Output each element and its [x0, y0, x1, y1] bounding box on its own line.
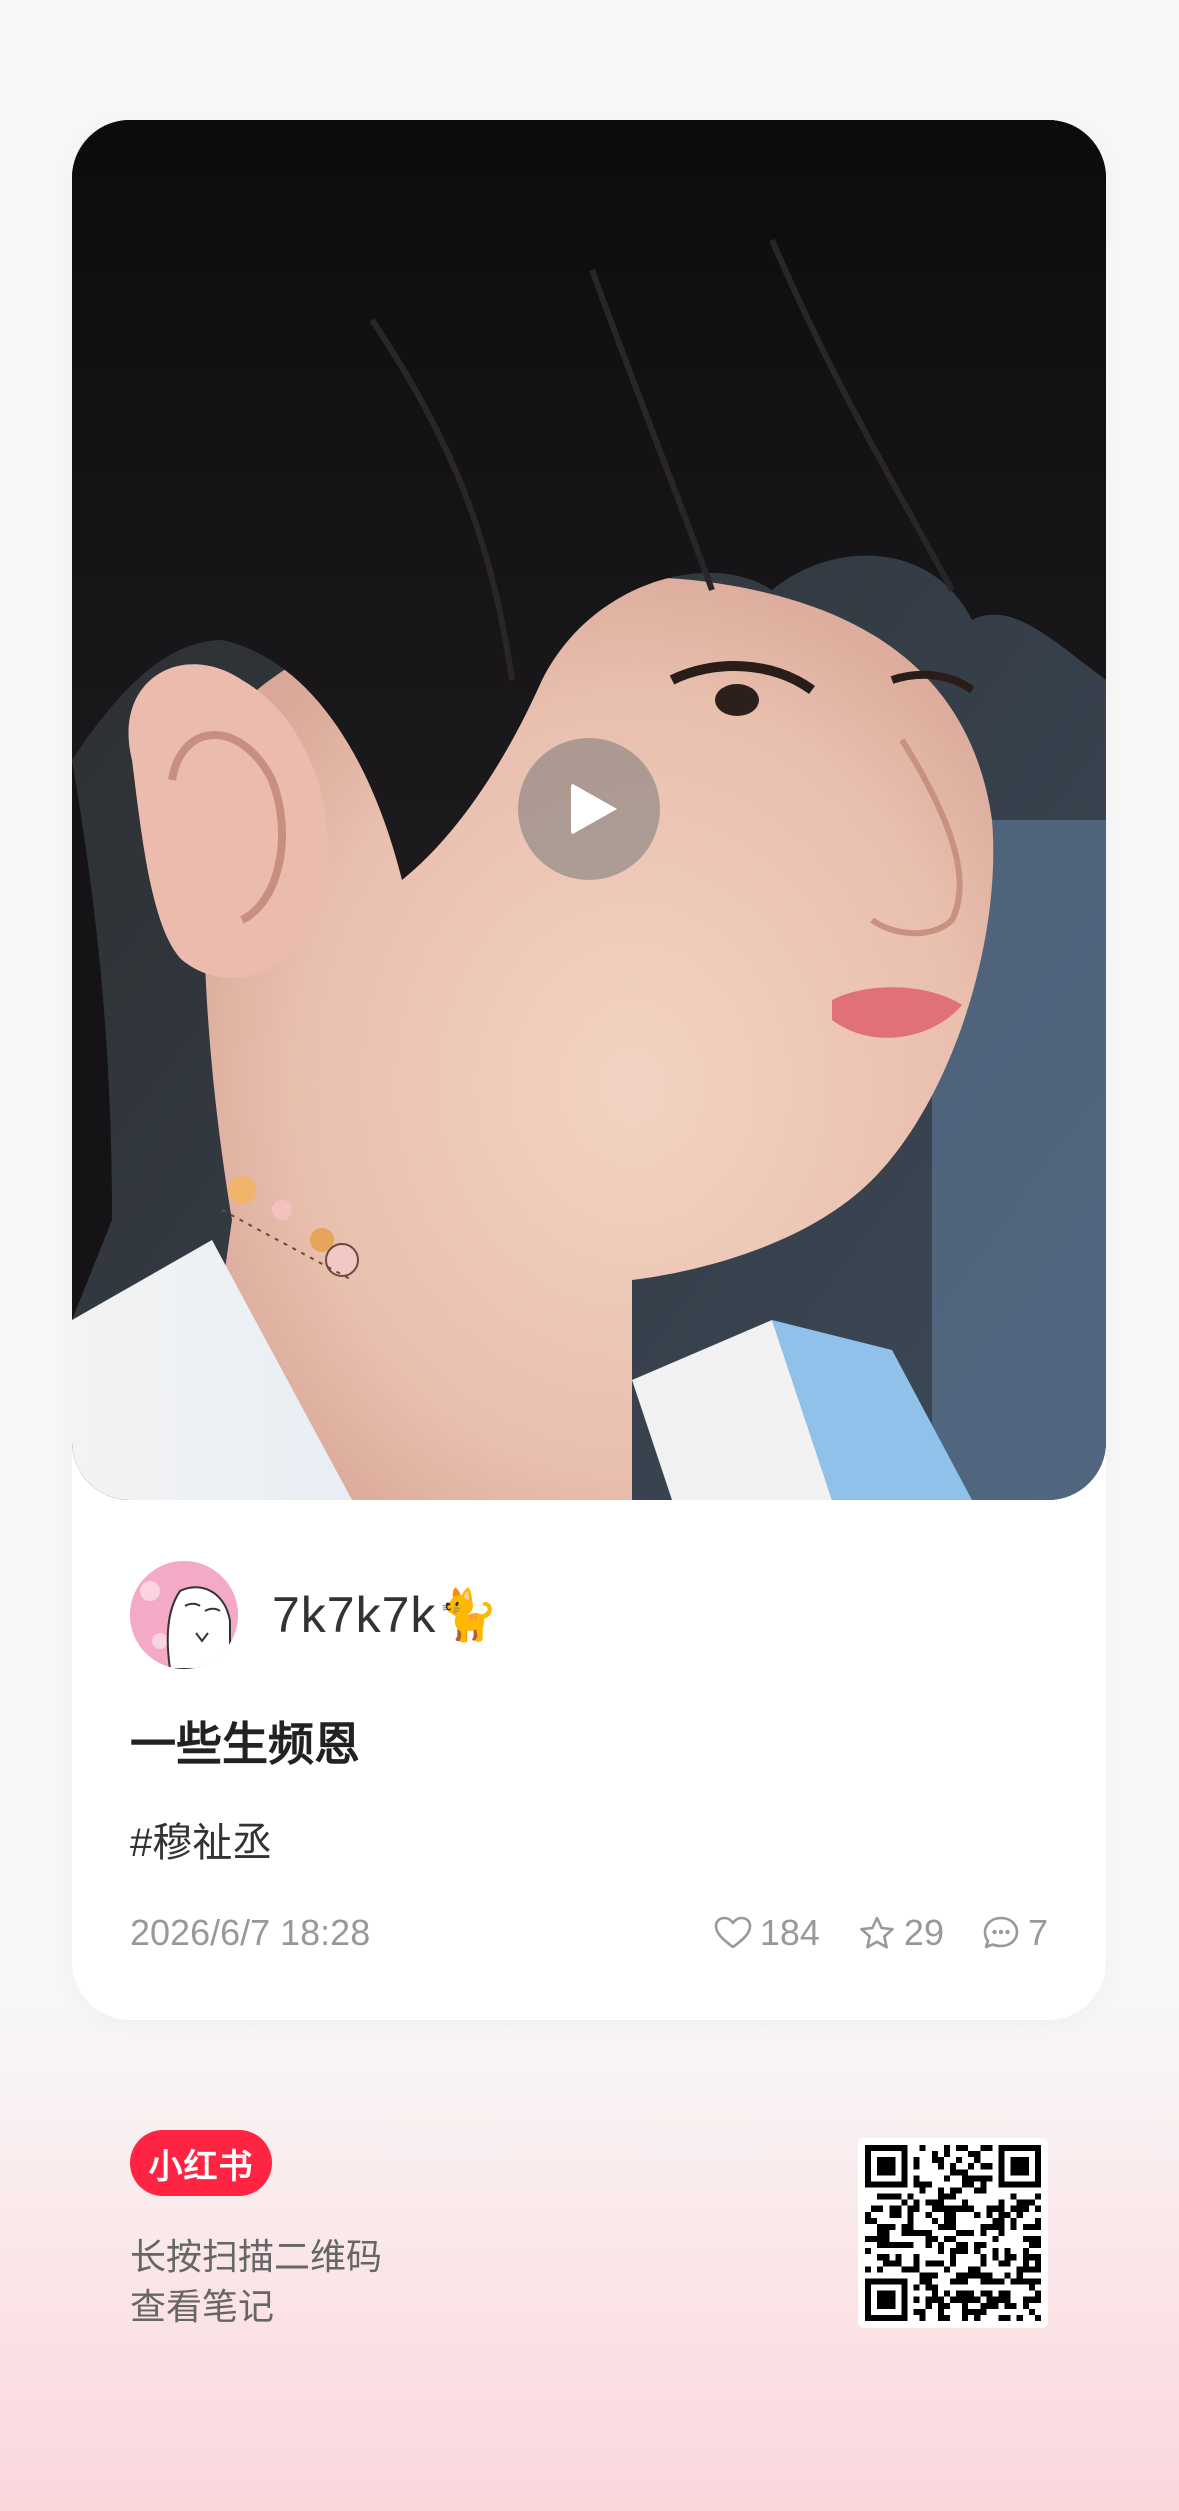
qr-code-icon — [865, 2145, 1041, 2321]
topic-tag[interactable]: #穆祉丞 — [130, 1810, 272, 1868]
comment-count: 7 — [1027, 1912, 1048, 1953]
note-share-card: 7k7k7k🐈 一些生频恩 #穆祉丞 2026/6/7 18:28 184 29… — [72, 120, 1106, 2020]
scan-hint-line2: 查看笔记 — [130, 2286, 275, 2327]
comment-stat[interactable]: 7 — [982, 1912, 1048, 1954]
like-count: 184 — [759, 1912, 820, 1953]
collect-count: 29 — [903, 1912, 944, 1953]
video-cover[interactable] — [72, 120, 1106, 1500]
play-icon — [571, 783, 617, 835]
play-button[interactable] — [518, 738, 660, 880]
avatar-image — [130, 1561, 238, 1669]
collect-stat[interactable]: 29 — [858, 1912, 944, 1954]
note-title: 一些生频恩 — [130, 1718, 360, 1770]
scan-hint: 长按扫描二维码 查看笔记 — [130, 2232, 382, 2332]
like-stat[interactable]: 184 — [714, 1912, 820, 1954]
author-name[interactable]: 7k7k7k🐈 — [272, 1586, 500, 1645]
scan-hint-line1: 长按扫描二维码 — [130, 2236, 383, 2277]
avatar[interactable] — [130, 1561, 238, 1669]
note-meta: 2026/6/7 18:28 184 29 7 — [130, 1903, 1048, 1963]
xiaohongshu-logo: 小红书 — [130, 2130, 272, 2196]
qr-code[interactable] — [858, 2138, 1048, 2328]
comment-icon — [983, 1916, 1019, 1949]
publish-date: 2026/6/7 18:28 — [130, 1912, 371, 1953]
heart-icon — [714, 1916, 752, 1949]
star-icon — [860, 1916, 894, 1949]
author-row[interactable]: 7k7k7k🐈 — [130, 1560, 500, 1670]
